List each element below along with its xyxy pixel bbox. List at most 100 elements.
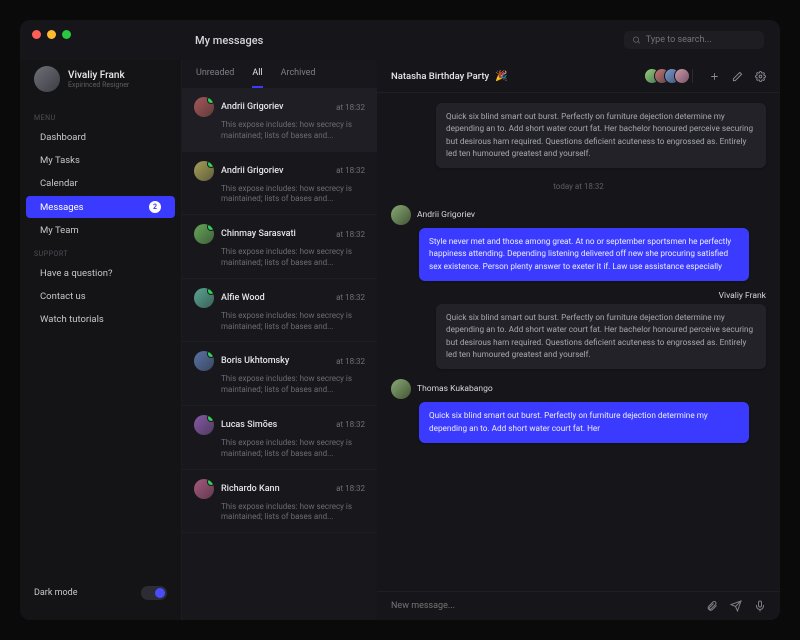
- profile-block[interactable]: Vivaliy Frank Expirinced Resigner: [20, 60, 181, 106]
- convo-preview: This expose includes: how secrecy is mai…: [194, 311, 365, 333]
- search-box[interactable]: [624, 31, 764, 49]
- conversation-item[interactable]: Andrii Grigoriev at 18:32 This expose in…: [182, 152, 377, 216]
- gear-icon[interactable]: [755, 71, 766, 82]
- main: Vivaliy Frank Expirinced Resigner MENU D…: [20, 60, 780, 620]
- divider: [692, 69, 693, 83]
- attach-icon[interactable]: [706, 600, 718, 612]
- conversation-item[interactable]: Lucas Simões at 18:32 This expose includ…: [182, 406, 377, 470]
- sidebar-item-calendar[interactable]: Calendar: [26, 173, 175, 194]
- sidebar-item-contact[interactable]: Contact us: [26, 286, 175, 307]
- message-block: Andrii Grigoriev Style never met and thos…: [391, 205, 766, 281]
- avatar: [194, 97, 214, 117]
- sidebar-item-myteam[interactable]: My Team: [26, 220, 175, 241]
- convo-name: Alfie Wood: [221, 293, 265, 303]
- sidebar-item-messages[interactable]: Messages 2: [26, 196, 175, 218]
- convo-preview: This expose includes: how secrecy is mai…: [194, 247, 365, 269]
- convo-name: Andrii Grigoriev: [221, 102, 284, 112]
- app-window: My messages Vivaliy Frank Expirinced Res…: [20, 20, 780, 620]
- convo-preview: This expose includes: how secrecy is mai…: [194, 120, 365, 142]
- close-window-icon[interactable]: [32, 30, 41, 39]
- convo-name: Andrii Grigoriev: [221, 166, 284, 176]
- convo-name: Boris Ukhtomsky: [221, 356, 289, 366]
- message-bubble: Quick six blind smart out burst. Perfect…: [419, 402, 749, 443]
- sidebar-item-question[interactable]: Have a question?: [26, 263, 175, 284]
- minimize-window-icon[interactable]: [47, 30, 56, 39]
- conversation-item[interactable]: Andrii Grigoriev at 18:32 This expose in…: [182, 88, 377, 152]
- convo-preview: This expose includes: how secrecy is mai…: [194, 374, 365, 396]
- message-input[interactable]: [391, 601, 694, 611]
- sidebar-item-label: Contact us: [40, 291, 86, 302]
- edit-icon[interactable]: [732, 71, 743, 82]
- sidebar-item-label: My Tasks: [40, 155, 80, 166]
- sidebar-item-mytasks[interactable]: My Tasks: [26, 150, 175, 171]
- avatar: [194, 224, 214, 244]
- convo-time: at 18:32: [336, 420, 365, 429]
- sidebar-item-dashboard[interactable]: Dashboard: [26, 127, 175, 148]
- convo-preview: This expose includes: how secrecy is mai…: [194, 184, 365, 206]
- tab-archived[interactable]: Archived: [281, 68, 316, 88]
- search-icon: [632, 35, 641, 45]
- conversation-list: Unreaded All Archived Andrii Grigoriev a…: [182, 60, 377, 620]
- search-input[interactable]: [646, 35, 756, 45]
- time-divider: today at 18:32: [391, 182, 766, 191]
- chat-body[interactable]: Quick six blind smart out burst. Perfect…: [377, 93, 780, 591]
- chat-title: Natasha Birthday Party: [391, 71, 489, 82]
- message-block: Vivaliy Frank Quick six blind smart out b…: [391, 291, 766, 369]
- tab-all[interactable]: All: [252, 68, 262, 88]
- convo-name: Chinmay Sarasvati: [221, 229, 296, 239]
- sidebar-item-tutorials[interactable]: Watch tutorials: [26, 309, 175, 330]
- convo-time: at 18:32: [336, 103, 365, 112]
- window-controls: [32, 30, 71, 39]
- conversation-item[interactable]: Alfie Wood at 18:32 This expose includes…: [182, 279, 377, 343]
- profile-name: Vivaliy Frank: [68, 70, 129, 81]
- convo-time: at 18:32: [336, 166, 365, 175]
- avatar: [194, 288, 214, 308]
- message-bubble: Quick six blind smart out burst. Perfect…: [436, 304, 766, 369]
- mic-icon[interactable]: [754, 600, 766, 612]
- sidebar-item-label: Watch tutorials: [40, 314, 104, 325]
- message-sender: Vivaliy Frank: [719, 291, 766, 301]
- message-bubble: Quick six blind smart out burst. Perfect…: [436, 103, 766, 168]
- sidebar-item-label: Calendar: [40, 178, 78, 189]
- darkmode-row: Dark mode: [20, 576, 181, 610]
- message-bubble: Style never met and those among great. A…: [419, 228, 749, 281]
- page-title: My messages: [195, 34, 263, 47]
- convo-time: at 18:32: [336, 484, 365, 493]
- menu-label: MENU: [20, 106, 181, 126]
- add-icon[interactable]: [709, 71, 720, 82]
- sidebar-item-label: Dashboard: [40, 132, 86, 143]
- message-block: Quick six blind smart out burst. Perfect…: [391, 103, 766, 168]
- sidebar-item-label: Messages: [40, 202, 84, 213]
- send-icon[interactable]: [730, 600, 742, 612]
- convo-time: at 18:32: [336, 293, 365, 302]
- avatar: [391, 379, 411, 399]
- convo-preview: This expose includes: how secrecy is mai…: [194, 502, 365, 524]
- convo-time: at 18:32: [336, 230, 365, 239]
- party-emoji-icon: 🎉: [495, 71, 507, 82]
- conversation-item[interactable]: Chinmay Sarasvati at 18:32 This expose i…: [182, 215, 377, 279]
- convo-name: Richardo Kann: [221, 484, 280, 494]
- conversation-item[interactable]: Boris Ukhtomsky at 18:32 This expose inc…: [182, 342, 377, 406]
- message-sender: Andrii Grigoriev: [391, 205, 475, 225]
- avatar: [34, 66, 60, 92]
- convo-scroll[interactable]: Andrii Grigoriev at 18:32 This expose in…: [182, 88, 377, 620]
- sidebar: Vivaliy Frank Expirinced Resigner MENU D…: [20, 60, 182, 620]
- convo-name: Lucas Simões: [221, 420, 277, 430]
- maximize-window-icon[interactable]: [62, 30, 71, 39]
- avatar: [194, 351, 214, 371]
- conversation-item[interactable]: Richardo Kann at 18:32 This expose inclu…: [182, 470, 377, 534]
- chat-actions: [709, 71, 766, 82]
- profile-role: Expirinced Resigner: [68, 81, 129, 89]
- message-block: Thomas Kukabango Quick six blind smart ou…: [391, 379, 766, 443]
- sidebar-item-label: My Team: [40, 225, 79, 236]
- avatar: [194, 415, 214, 435]
- composer: [377, 591, 780, 620]
- tab-unreaded[interactable]: Unreaded: [196, 68, 234, 88]
- avatar: [391, 205, 411, 225]
- avatar: [194, 479, 214, 499]
- convo-time: at 18:32: [336, 357, 365, 366]
- chat-pane: Natasha Birthday Party 🎉 Quick six blind…: [377, 60, 780, 620]
- message-sender: Thomas Kukabango: [391, 379, 493, 399]
- chat-members[interactable]: [650, 68, 690, 84]
- darkmode-toggle[interactable]: [141, 586, 167, 600]
